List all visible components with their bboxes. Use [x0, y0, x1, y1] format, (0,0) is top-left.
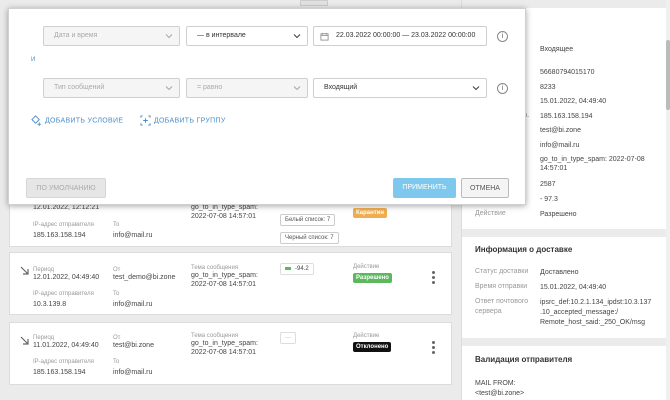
delivery-time: 15.01.2022, 04:49:40: [540, 284, 607, 291]
chevron-down-icon: [293, 34, 301, 39]
score-value: -94.2: [295, 266, 309, 272]
card-period: 11.01.2022, 04:49:40: [33, 342, 99, 349]
add-group-icon: [140, 115, 151, 126]
detail-ip: 185.163.158.194: [540, 113, 593, 120]
calendar-icon: [320, 32, 329, 41]
whitelist-pill: Белый список: 7: [280, 214, 336, 226]
field-select-2-value: Тип сообщений: [54, 84, 105, 91]
card-period: 12.01.2022, 04:49:40: [33, 274, 100, 281]
info-icon[interactable]: i: [497, 31, 508, 42]
info-icon[interactable]: i: [497, 83, 508, 94]
action-tag-allowed: Разрешено: [353, 273, 392, 283]
chevron-down-icon: [165, 86, 173, 91]
score-value: —: [285, 335, 291, 341]
card-action-label: Действие: [353, 264, 380, 270]
panel-divider: [462, 338, 667, 346]
card-subject-2: 2022-07-08 14:57:01: [191, 281, 256, 288]
scrollbar-thumb[interactable]: [666, 40, 670, 110]
chevron-down-icon: [472, 86, 480, 91]
value-select-2[interactable]: Входящий: [313, 78, 487, 98]
detail-score: - 97.3: [540, 196, 558, 203]
validation-mail-from-value: <test@bi.zone>: [475, 390, 525, 397]
incoming-arrow-icon: [20, 266, 29, 275]
score-bar-icon: [285, 266, 291, 270]
message-card-2[interactable]: Период 12.01.2022, 04:49:40 IP-адрес отп…: [9, 252, 452, 315]
card-ip: 185.163.158.194: [33, 232, 86, 239]
card-to: info@mail.ru: [113, 301, 153, 308]
add-condition-label: ДОБАВИТЬ УСЛОВИЕ: [45, 117, 124, 125]
add-condition-icon: [31, 115, 42, 126]
delivery-status: Доставлено: [540, 269, 579, 276]
detail-type: Входящее: [540, 46, 574, 53]
operator-select-1[interactable]: — в интервале: [186, 26, 308, 46]
action-tag-rejected: Отклонено: [353, 342, 392, 352]
operator-select-2-value: = равно: [197, 84, 223, 91]
spam-score: —: [280, 332, 296, 344]
card-to-label: To: [113, 359, 120, 365]
card-ip-label: IP-адрес отправителя: [33, 359, 94, 365]
card-to: info@mail.ru: [113, 232, 153, 239]
operator-select-1-value: — в интервале: [197, 32, 246, 39]
incoming-arrow-icon: [20, 336, 29, 345]
validation-title: Валидация отправителя: [475, 355, 573, 364]
more-menu-icon[interactable]: [432, 341, 436, 355]
card-from: test@bi.zone: [113, 342, 154, 349]
card-subject-2: 2022-07-08 14:57:01: [191, 213, 256, 220]
spam-score: -94.2: [280, 263, 314, 275]
add-group-label: ДОБАВИТЬ ГРУППУ: [154, 117, 226, 125]
card-action-label: Действие: [353, 333, 380, 339]
delivery-resp-label-2: сервера: [475, 308, 502, 315]
filter-dialog: Дата и время — в интервале 22.03.2022 00…: [8, 8, 526, 205]
field-select-1[interactable]: Дата и время: [43, 26, 180, 46]
panel-divider: [462, 0, 667, 8]
message-card-3[interactable]: Период 11.01.2022, 04:49:40 IP-адрес отп…: [9, 322, 452, 385]
delivery-resp-2: .10_accepted_message:/: [540, 309, 619, 316]
card-from: test_demo@bi.zone: [113, 274, 176, 281]
detail-size: 2587: [540, 181, 556, 188]
card-ip-label: IP-адрес отправителя: [33, 222, 94, 228]
value-select-2-value: Входящий: [324, 84, 358, 91]
action-tag-quarantine: Карантин: [353, 208, 387, 218]
chevron-down-icon: [293, 86, 301, 91]
delivery-status-label: Статус доставки: [475, 268, 529, 275]
card-to-label: To: [113, 222, 120, 228]
detail-to: info@mail.ru: [540, 142, 580, 149]
delivery-title: Информация о доставке: [475, 245, 573, 254]
detail-id: 56680794015170: [540, 69, 595, 76]
date-range-value: 22.03.2022 00:00:00 — 23.03.2022 00:00:0…: [336, 32, 476, 39]
add-group-link[interactable]: ДОБАВИТЬ ГРУППУ: [140, 115, 226, 126]
default-button[interactable]: ПО УМОЛЧАНИЮ: [26, 178, 106, 198]
detail-action: Разрешено: [540, 211, 577, 218]
top-toolbar-button[interactable]: [300, 0, 328, 6]
operator-select-2[interactable]: = равно: [186, 78, 308, 98]
card-subject-2: 2022-07-08 14:57:01: [191, 349, 256, 356]
field-select-1-value: Дата и время: [54, 32, 98, 39]
field-select-2[interactable]: Тип сообщений: [43, 78, 180, 98]
delivery-resp-3: Remote_host_said:_250_OK/msg: [540, 319, 646, 326]
detail-date: 15.01.2022, 04:49:40: [540, 98, 607, 105]
panel-divider: [462, 229, 667, 237]
add-condition-link[interactable]: ДОБАВИТЬ УСЛОВИЕ: [31, 115, 123, 126]
detail-action-label: Действие: [475, 210, 506, 217]
logical-connector[interactable]: И: [31, 57, 35, 63]
detail-from: test@bi.zone: [540, 127, 581, 134]
card-ip-label: IP-адрес отправителя: [33, 291, 94, 297]
apply-button[interactable]: ПРИМЕНИТЬ: [393, 178, 456, 198]
card-ip: 185.163.158.194: [33, 369, 86, 376]
validation-mail-from-label: MAIL FROM:: [475, 380, 516, 387]
chevron-down-icon: [165, 34, 173, 39]
cancel-button[interactable]: ОТМЕНА: [461, 178, 509, 198]
delivery-resp-1: ipsrc_def:10.2.1.134_ipdst:10.3.137: [540, 299, 652, 306]
more-menu-icon[interactable]: [432, 271, 436, 285]
blacklist-pill: Черный список: 7: [280, 232, 339, 244]
detail-subject-2: 14:57:01: [540, 165, 568, 172]
delivery-time-label: Время отправки: [475, 283, 528, 290]
card-ip: 10.3.139.8: [33, 301, 67, 308]
card-to: info@mail.ru: [113, 369, 153, 376]
card-to-label: To: [113, 291, 120, 297]
detail-num: 8233: [540, 84, 556, 91]
delivery-resp-label: Ответ почтового: [475, 298, 529, 305]
date-range-input[interactable]: 22.03.2022 00:00:00 — 23.03.2022 00:00:0…: [313, 26, 487, 46]
